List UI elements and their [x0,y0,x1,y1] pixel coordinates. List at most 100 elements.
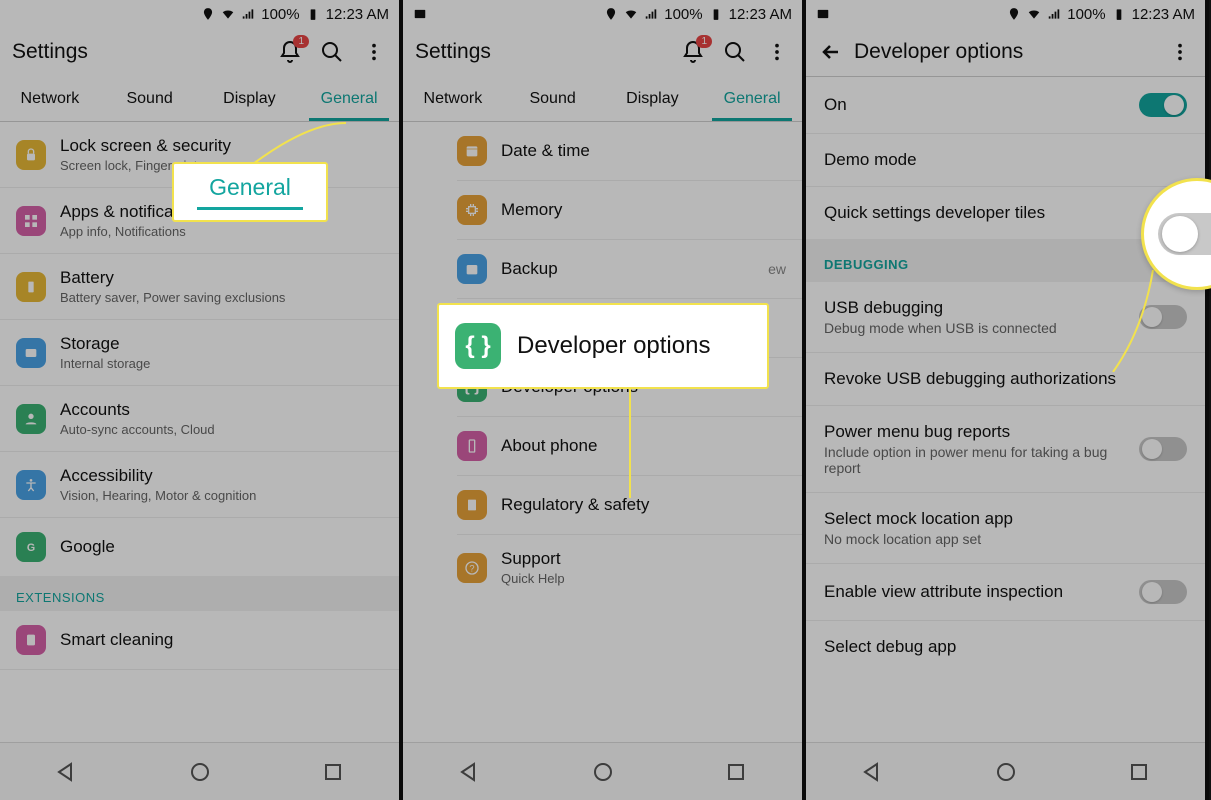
nav-bar [403,742,802,800]
datetime-icon [457,136,487,166]
location-icon [1007,7,1021,21]
screenshot-icon [816,7,830,21]
back-icon[interactable] [55,760,79,784]
row-regulatory[interactable]: Regulatory & safety [457,476,802,535]
support-icon: ? [457,553,487,583]
storage-icon [16,338,46,368]
status-bar: 100% 12:23 AM [403,0,802,28]
page-title: Settings [415,40,491,64]
row-view-attribute[interactable]: Enable view attribute inspection [806,564,1205,621]
overflow-icon[interactable] [764,39,790,65]
title-bar: Settings 1 [0,28,399,76]
phone-screen-3: 100% 12:23 AM Developer options On Demo … [806,0,1209,800]
overflow-icon[interactable] [1167,39,1193,65]
recents-icon[interactable] [724,760,748,784]
signal-icon [241,7,255,21]
overflow-icon[interactable] [361,39,387,65]
battery-icon [306,7,320,21]
tab-network[interactable]: Network [0,76,100,121]
nav-bar [0,742,399,800]
phone-screen-1: 100% 12:23 AM Settings 1 Network Sound D… [0,0,403,800]
row-smart-cleaning[interactable]: Smart cleaning [0,611,399,670]
backup-icon [457,254,487,284]
row-usb-debugging[interactable]: USB debuggingDebug mode when USB is conn… [806,282,1205,353]
callout-developer-options: { } Developer options [437,303,769,389]
developer-options-list[interactable]: On Demo mode Quick settings developer ti… [806,76,1205,742]
row-on[interactable]: On [806,77,1205,134]
battery-icon [709,7,723,21]
recents-icon[interactable] [321,760,345,784]
tab-general[interactable]: General [702,76,802,121]
battery-pct: 100% [1067,6,1105,23]
settings-list[interactable]: Date & time Memory Backupew Reset { }Dev… [403,122,802,738]
row-accounts[interactable]: AccountsAuto-sync accounts, Cloud [0,386,399,452]
row-power-bug-reports[interactable]: Power menu bug reportsInclude option in … [806,406,1205,493]
status-bar: 100% 12:23 AM [806,0,1205,28]
title-bar: Developer options [806,28,1205,76]
tab-general[interactable]: General [299,76,399,121]
row-mock-location[interactable]: Select mock location appNo mock location… [806,493,1205,564]
wifi-icon [221,7,235,21]
row-accessibility[interactable]: AccessibilityVision, Hearing, Motor & co… [0,452,399,518]
notifications-icon[interactable]: 1 [277,39,303,65]
tab-network[interactable]: Network [403,76,503,121]
home-icon[interactable] [591,760,615,784]
notif-badge: 1 [696,35,712,48]
notif-badge: 1 [293,35,309,48]
smart-cleaning-icon [16,625,46,655]
row-support[interactable]: ?SupportQuick Help [457,535,802,600]
svg-text:G: G [27,542,35,554]
wifi-icon [624,7,638,21]
developer-icon: { } [455,323,501,369]
clock: 12:23 AM [729,6,792,23]
tab-display[interactable]: Display [603,76,703,121]
section-extensions: EXTENSIONS [0,576,399,611]
notifications-icon[interactable]: 1 [680,39,706,65]
clock: 12:23 AM [1132,6,1195,23]
apps-icon [16,206,46,236]
toggle-power-bug[interactable] [1139,437,1187,461]
row-battery[interactable]: BatteryBattery saver, Power saving exclu… [0,254,399,320]
recents-icon[interactable] [1127,760,1151,784]
battery-row-icon [16,272,46,302]
tab-sound[interactable]: Sound [503,76,603,121]
svg-text:?: ? [469,563,474,573]
row-backup[interactable]: Backupew [457,240,802,299]
toggle-usb-debugging[interactable] [1139,305,1187,329]
accounts-icon [16,404,46,434]
battery-pct: 100% [664,6,702,23]
google-icon: G [16,532,46,562]
nav-bar [806,742,1205,800]
signal-icon [644,7,658,21]
home-icon[interactable] [994,760,1018,784]
back-icon[interactable] [861,760,885,784]
row-about-phone[interactable]: About phone [457,417,802,476]
screenshot-icon [413,7,427,21]
title-bar: Settings 1 [403,28,802,76]
row-select-debug-app[interactable]: Select debug app [806,621,1205,673]
clock: 12:23 AM [326,6,389,23]
toggle-on[interactable] [1139,93,1187,117]
signal-icon [1047,7,1061,21]
toggle-view-attr[interactable] [1139,580,1187,604]
home-icon[interactable] [188,760,212,784]
row-memory[interactable]: Memory [457,181,802,240]
tabs: Network Sound Display General [0,76,399,122]
search-icon[interactable] [319,39,345,65]
callout-general: General [172,162,328,222]
row-date-time[interactable]: Date & time [457,122,802,181]
lock-icon [16,140,46,170]
tab-sound[interactable]: Sound [100,76,200,121]
search-icon[interactable] [722,39,748,65]
row-revoke-usb[interactable]: Revoke USB debugging authorizations [806,353,1205,406]
backup-partial: ew [768,261,786,277]
row-storage[interactable]: StorageInternal storage [0,320,399,386]
row-demo-mode[interactable]: Demo mode [806,134,1205,187]
memory-icon [457,195,487,225]
back-icon[interactable] [458,760,482,784]
row-google[interactable]: GGoogle [0,518,399,576]
back-arrow-icon[interactable] [818,39,844,65]
phone-screen-2: 100% 12:23 AM Settings 1 Network Sound D… [403,0,806,800]
location-icon [604,7,618,21]
tab-display[interactable]: Display [200,76,300,121]
